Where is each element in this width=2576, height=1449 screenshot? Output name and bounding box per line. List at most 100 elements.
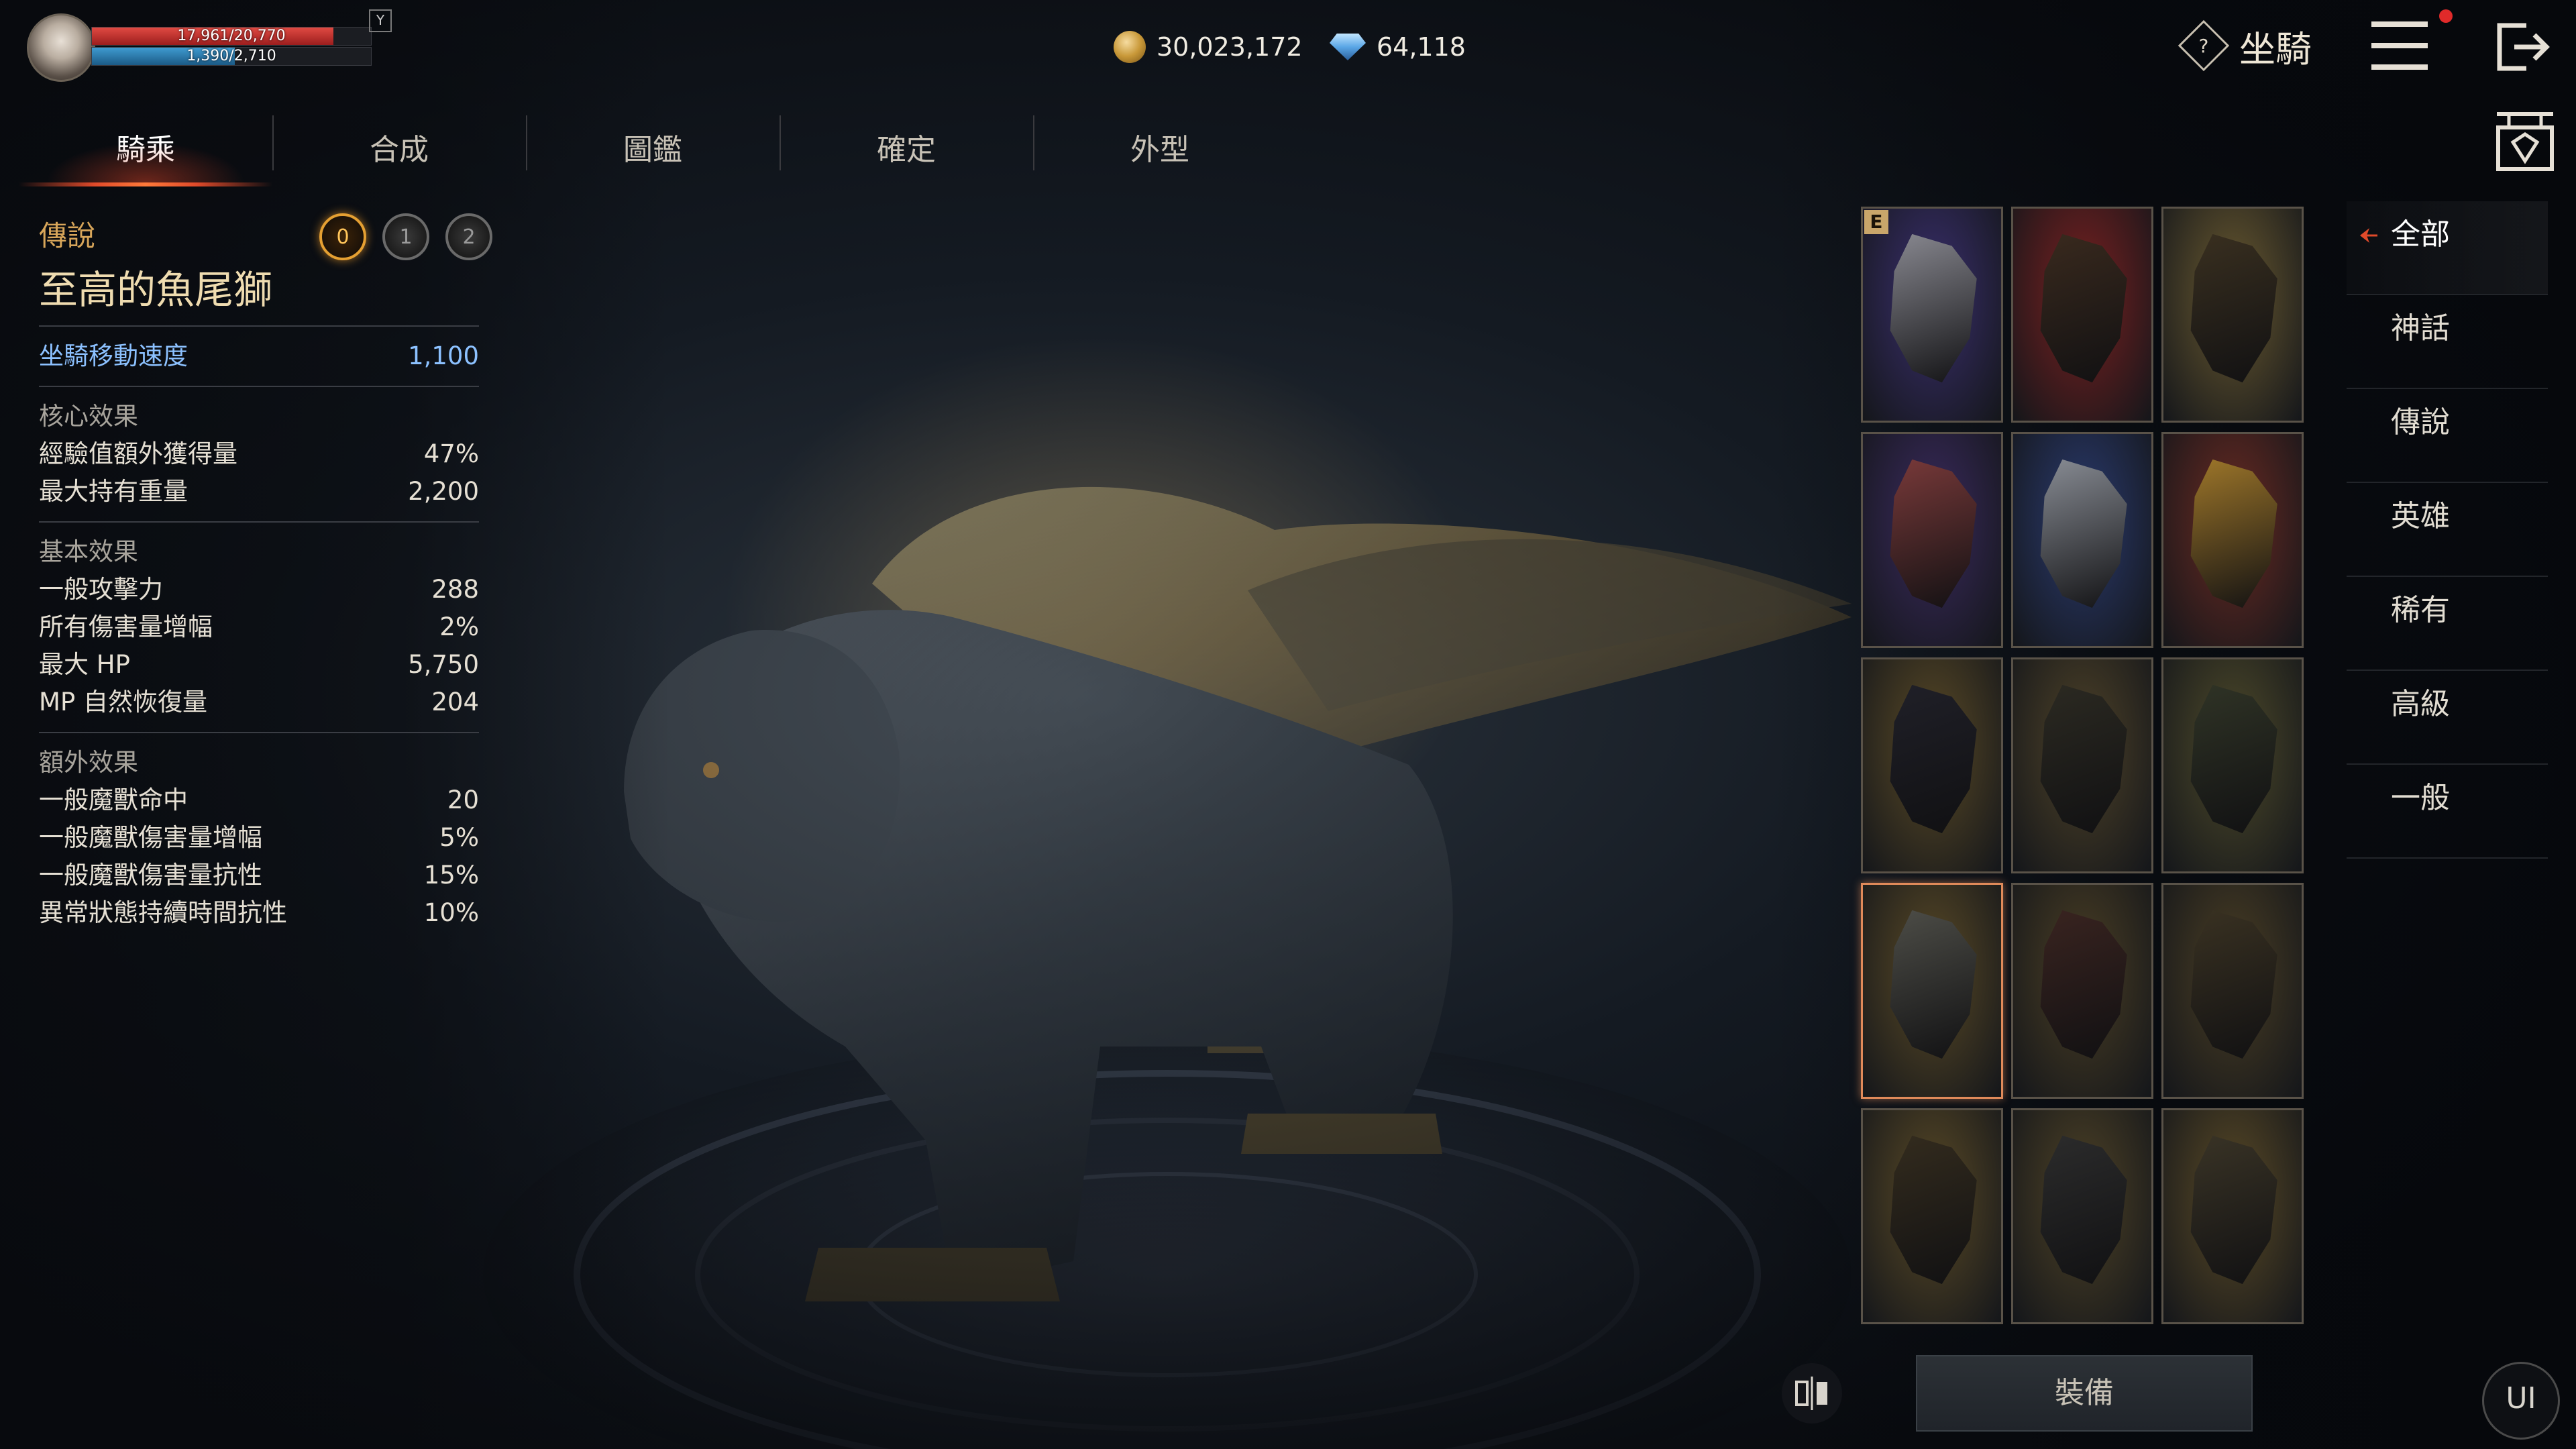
mount-stats-panel: 傳說 至高的魚尾獅 0 1 2 坐騎移動速度 1,100 核心效果 經驗值額外獲… — [39, 213, 492, 932]
category-list: 全部 神話 傳說 英雄 稀有 高級 一般 — [2347, 201, 2548, 859]
tab-synthesis[interactable]: 合成 — [272, 113, 526, 188]
move-speed-row: 坐騎移動速度 1,100 — [39, 337, 479, 375]
stat-value: 2,200 — [408, 477, 479, 506]
category-legendary[interactable]: 傳說 — [2347, 389, 2548, 483]
core-effects-title: 核心效果 — [39, 402, 138, 431]
move-speed-value: 1,100 — [408, 341, 479, 370]
stage-icons: 0 1 2 — [319, 213, 508, 260]
gold-amount: 30,023,172 — [1157, 32, 1303, 62]
tab-confirm-label: 確定 — [877, 133, 936, 167]
stat-value: 10% — [423, 898, 479, 927]
category-label: 全部 — [2391, 217, 2450, 252]
stage-2-icon[interactable]: 2 — [445, 213, 492, 260]
mp-bar: 1,390/2,710 — [91, 47, 372, 66]
stat-label: 所有傷害量增幅 — [39, 612, 213, 641]
gold-coin-icon — [1114, 31, 1146, 63]
mount-card[interactable] — [2011, 883, 2153, 1099]
equip-button[interactable]: 裝備 — [1916, 1355, 2253, 1432]
stat-row: 所有傷害量增幅 2% — [39, 608, 479, 646]
star-arrow-icon — [2360, 228, 2377, 243]
mount-card[interactable] — [2161, 883, 2304, 1099]
stat-label: MP 自然恢復量 — [39, 688, 207, 716]
equipped-badge: E — [1864, 210, 1888, 234]
category-all[interactable]: 全部 — [2347, 201, 2548, 295]
gold-currency: 30,023,172 — [1114, 27, 1303, 67]
tab-collection-label: 圖鑑 — [623, 133, 682, 167]
mount-card[interactable] — [1861, 432, 2003, 648]
mount-card[interactable] — [2011, 1108, 2153, 1324]
hp-bar: 17,961/20,770 — [91, 27, 372, 46]
stat-value: 204 — [431, 688, 479, 716]
diamond-icon — [1330, 34, 1366, 60]
page-header: ? 坐騎 — [2178, 19, 2312, 72]
help-glyph: ? — [2198, 34, 2209, 57]
diamond-currency: 64,118 — [1330, 27, 1466, 67]
stat-row: 一般攻擊力 288 — [39, 571, 479, 608]
hamburger-menu-icon[interactable] — [2371, 21, 2428, 70]
stat-label: 最大 HP — [39, 650, 130, 679]
mount-card[interactable] — [2161, 1108, 2304, 1324]
stat-value: 5,750 — [408, 650, 479, 679]
stat-value: 2% — [439, 612, 479, 641]
category-rare[interactable]: 稀有 — [2347, 577, 2548, 671]
stat-row: MP 自然恢復量 204 — [39, 684, 479, 721]
category-label: 傳說 — [2391, 405, 2450, 439]
category-common[interactable]: 一般 — [2347, 765, 2548, 859]
mount-card-selected[interactable] — [1861, 883, 2003, 1099]
stat-label: 一般魔獸命中 — [39, 786, 188, 814]
category-label: 高級 — [2391, 687, 2450, 721]
stat-value: 15% — [423, 861, 479, 890]
compare-view-icon[interactable] — [1782, 1363, 1842, 1424]
stat-row: 異常狀態持續時間抗性 10% — [39, 894, 479, 932]
category-label: 英雄 — [2391, 499, 2450, 533]
mount-card[interactable] — [2011, 657, 2153, 873]
mount-card[interactable] — [2011, 207, 2153, 423]
category-hero[interactable]: 英雄 — [2347, 483, 2548, 577]
player-status[interactable]: 17,961/20,770 1,390/2,710 Y — [27, 9, 392, 83]
divider — [39, 732, 479, 733]
mount-tabs: 騎乘 合成 圖鑑 確定 外型 — [19, 113, 1287, 188]
help-icon[interactable]: ? — [2178, 19, 2230, 72]
mount-card[interactable] — [1861, 1108, 2003, 1324]
shop-icon[interactable] — [2493, 107, 2557, 174]
stat-row: 最大持有重量 2,200 — [39, 473, 479, 511]
hp-text: 17,961/20,770 — [177, 28, 286, 44]
mount-card[interactable] — [2161, 432, 2304, 648]
stage-0-icon[interactable]: 0 — [319, 213, 366, 260]
tab-appearance[interactable]: 外型 — [1033, 113, 1287, 188]
move-speed-label: 坐騎移動速度 — [39, 341, 188, 370]
divider — [39, 386, 479, 387]
hotkey-badge[interactable]: Y — [369, 9, 392, 32]
stat-row: 經驗值額外獲得量 47% — [39, 435, 479, 473]
mount-card[interactable] — [2161, 207, 2304, 423]
mount-card[interactable] — [2011, 432, 2153, 648]
stat-value: 20 — [447, 786, 479, 814]
stat-label: 一般魔獸傷害量抗性 — [39, 861, 262, 890]
exit-icon[interactable] — [2494, 20, 2551, 74]
stage-1-icon[interactable]: 1 — [382, 213, 429, 260]
category-label: 神話 — [2391, 311, 2450, 345]
player-avatar[interactable] — [27, 13, 95, 82]
mount-card[interactable] — [2161, 657, 2304, 873]
category-mythic[interactable]: 神話 — [2347, 295, 2548, 389]
mount-name: 至高的魚尾獅 — [39, 267, 273, 313]
divider — [39, 325, 479, 327]
tab-ride[interactable]: 騎乘 — [19, 113, 272, 188]
category-label: 稀有 — [2391, 593, 2450, 627]
category-advanced[interactable]: 高級 — [2347, 671, 2548, 765]
ui-toggle-button[interactable]: UI — [2482, 1362, 2560, 1440]
tab-synthesis-label: 合成 — [370, 133, 429, 167]
stat-label: 最大持有重量 — [39, 477, 188, 506]
divider — [39, 521, 479, 523]
tab-collection[interactable]: 圖鑑 — [526, 113, 780, 188]
stat-label: 一般攻擊力 — [39, 575, 163, 604]
stat-label: 一般魔獸傷害量增幅 — [39, 823, 262, 852]
category-label: 一般 — [2391, 781, 2450, 815]
stat-label: 經驗值額外獲得量 — [39, 439, 237, 468]
extra-effects-title: 額外效果 — [39, 748, 138, 777]
tab-confirm[interactable]: 確定 — [780, 113, 1033, 188]
page-title: 坐騎 — [2239, 28, 2312, 70]
mount-card[interactable]: E — [1861, 207, 2003, 423]
mount-card[interactable] — [1861, 657, 2003, 873]
stat-row: 最大 HP 5,750 — [39, 646, 479, 684]
